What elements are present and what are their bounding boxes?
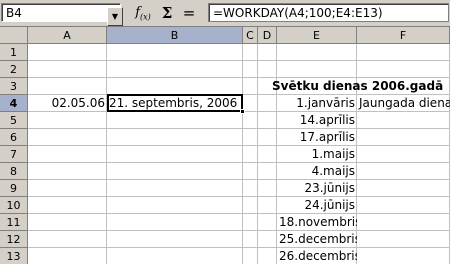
grid-line-horizontal [28,128,450,129]
cell-e6[interactable]: 17.aprīlis [277,129,357,146]
grid-line-horizontal [28,179,450,180]
active-cell-cursor[interactable] [107,94,243,112]
row-header-10[interactable]: 10 [0,197,28,214]
function-wizard-icon[interactable]: f(x) [132,4,154,23]
equals-icon[interactable]: = [182,4,196,23]
row-header-9[interactable]: 9 [0,180,28,197]
grid-line-horizontal [28,247,450,248]
name-box[interactable]: B4 ▼ [1,3,123,26]
column-header-e[interactable]: E [277,27,357,44]
grid-line-horizontal [28,213,450,214]
function-wizard-sub: (x) [140,12,151,22]
cell-e4[interactable]: 1.janvāris [277,95,357,112]
select-all-corner[interactable] [0,27,28,44]
row-header-11[interactable]: 11 [0,214,28,231]
column-header-f[interactable]: F [357,27,450,44]
formula-input[interactable]: =WORKDAY(A4;100;E4:E13) [208,3,449,22]
grid-line-horizontal [28,145,450,146]
spreadsheet-grid[interactable]: A B C D E F 1 2 3 4 5 6 7 8 9 10 11 12 13 02.05.06 21. septe… [0,27,450,264]
cell-e10[interactable]: 24.jūnijs [277,197,357,214]
formula-bar: B4 ▼ f(x) Σ = =WORKDAY(A4;100;E4:E13) [0,0,450,27]
grid-line-horizontal [28,230,450,231]
cell-e8[interactable]: 4.maijs [277,163,357,180]
cell-e13[interactable]: 26.decembris [277,248,357,264]
cell-e3[interactable]: Svētku dienas 2006.gadā [270,78,450,95]
column-header-a[interactable]: A [28,27,107,44]
cell-e9[interactable]: 23.jūnijs [277,180,357,197]
row-header-7[interactable]: 7 [0,146,28,163]
cell-e11[interactable]: 18.novembris [277,214,357,231]
grid-line-horizontal [28,196,450,197]
grid-line-horizontal [28,60,450,61]
fill-handle[interactable] [240,109,245,114]
formula-text: =WORKDAY(A4;100;E4:E13) [213,6,383,20]
sum-icon[interactable]: Σ [159,4,175,23]
row-header-1[interactable]: 1 [0,44,28,61]
row-header-3[interactable]: 3 [0,78,28,95]
row-header-2[interactable]: 2 [0,61,28,78]
column-header-b[interactable]: B [107,27,243,44]
chevron-down-icon[interactable]: ▼ [107,7,123,26]
row-header-6[interactable]: 6 [0,129,28,146]
grid-line-horizontal [28,162,450,163]
cell-e7[interactable]: 1.maijs [277,146,357,163]
row-header-4[interactable]: 4 [0,95,28,112]
row-header-8[interactable]: 8 [0,163,28,180]
cell-e5[interactable]: 14.aprīlis [277,112,357,129]
cell-e12[interactable]: 25.decembris [277,231,357,248]
cell-f4[interactable]: Jaungada diena [357,95,450,112]
row-header-12[interactable]: 12 [0,231,28,248]
column-header-d[interactable]: D [258,27,277,44]
row-header-13[interactable]: 13 [0,248,28,264]
name-box-value: B4 [6,6,22,20]
cell-a4[interactable]: 02.05.06 [28,95,107,112]
column-header-c[interactable]: C [243,27,258,44]
row-header-5[interactable]: 5 [0,112,28,129]
